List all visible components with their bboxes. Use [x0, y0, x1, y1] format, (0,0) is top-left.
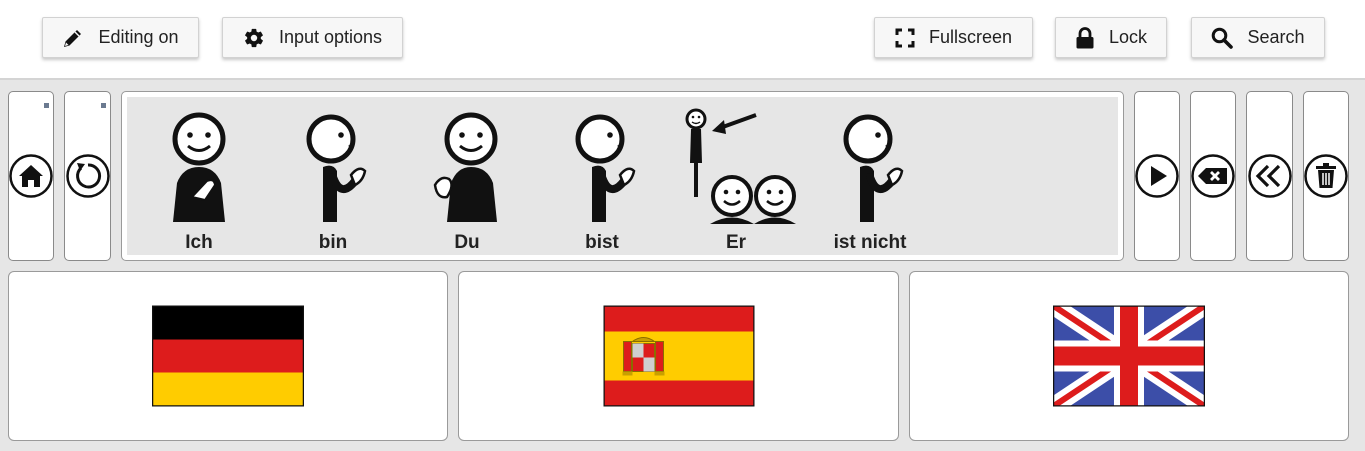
- input-options-label: Input options: [278, 27, 383, 47]
- delete-all-button[interactable]: [1303, 91, 1349, 261]
- fullscreen-button[interactable]: Fullscreen: [874, 17, 1033, 58]
- word-label: Ich: [185, 232, 213, 253]
- sentence-word-ist-nicht[interactable]: ist nicht: [805, 105, 935, 255]
- sentence-word-ich[interactable]: Ich: [134, 105, 264, 255]
- backspace-button[interactable]: [1190, 91, 1236, 261]
- editing-toggle-button[interactable]: Editing on: [42, 17, 199, 58]
- word-label: Du: [454, 232, 480, 253]
- gear-icon: [243, 27, 265, 49]
- sentence-bar: Ich bin Du bist Er ist nicht: [121, 91, 1124, 261]
- lock-label: Lock: [1108, 27, 1148, 47]
- word-label: bist: [585, 232, 619, 253]
- pencil-icon: [62, 27, 84, 49]
- word-label: bin: [318, 232, 348, 253]
- sentence-content: Ich bin Du bist Er ist nicht: [127, 97, 1118, 255]
- fullscreen-icon: [895, 28, 915, 48]
- word-label: ist nicht: [833, 232, 907, 253]
- search-label: Search: [1247, 27, 1305, 47]
- fullscreen-label: Fullscreen: [928, 27, 1013, 47]
- back-button[interactable]: [64, 91, 111, 261]
- editing-label: Editing on: [98, 27, 179, 47]
- sentence-word-bist[interactable]: bist: [537, 105, 667, 255]
- language-card-spanish[interactable]: [458, 271, 899, 441]
- search-icon: [1211, 27, 1234, 49]
- lock-button[interactable]: Lock: [1055, 17, 1167, 58]
- home-button[interactable]: [8, 91, 54, 261]
- speak-button[interactable]: [1134, 91, 1180, 261]
- language-card-german[interactable]: [8, 271, 448, 441]
- lock-icon: [1075, 26, 1095, 49]
- sentence-word-bin[interactable]: bin: [268, 105, 398, 255]
- word-label: Er: [725, 232, 747, 253]
- language-card-english[interactable]: [909, 271, 1349, 441]
- sentence-word-er[interactable]: Er: [671, 105, 801, 255]
- top-toolbar: Editing on Input options Fullscreen Lock…: [0, 0, 1365, 78]
- corner-marker: [44, 103, 49, 108]
- clear-word-button[interactable]: [1246, 91, 1293, 261]
- sentence-word-du[interactable]: Du: [402, 105, 532, 255]
- corner-marker: [101, 103, 106, 108]
- input-options-button[interactable]: Input options: [222, 17, 403, 58]
- search-button[interactable]: Search: [1191, 17, 1325, 58]
